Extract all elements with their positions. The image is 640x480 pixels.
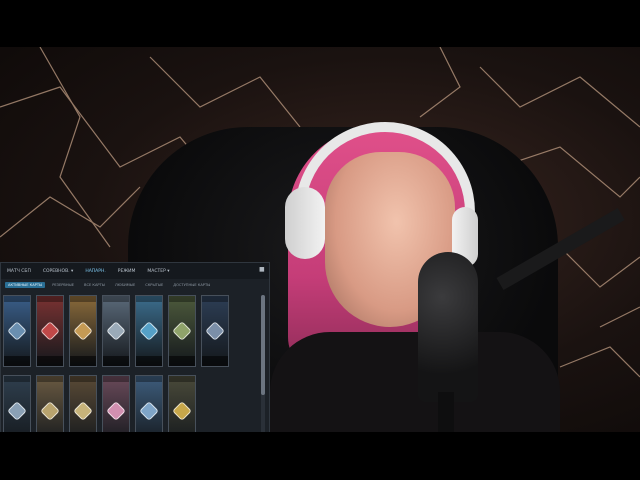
game-sub-nav: АКТИВНЫЕ КАРТЫ РЕЗЕРВНЫЕ ВСЕ КАРТЫ ЛЮБИМЫЕ С… [1,280,269,290]
map-emblem-icon [172,401,192,421]
subnav-tab-1[interactable]: РЕЗЕРВНЫЕ [49,282,77,288]
map-card-caption [169,356,195,366]
map-emblem-icon [172,321,192,341]
map-emblem-icon [73,401,93,421]
microphone-icon [418,252,478,402]
map-card[interactable] [3,295,31,367]
map-card-header [169,296,195,302]
subnav-tab-0[interactable]: АКТИВНЫЕ КАРТЫ [5,282,46,288]
map-card-header [37,296,63,302]
nav-item-2[interactable]: НАПАРН. [85,269,105,274]
nav-item-0[interactable]: МАТЧ СБП [7,269,31,274]
map-card[interactable] [69,295,97,367]
map-emblem-icon [106,321,126,341]
mic-stand [438,392,454,432]
map-card[interactable] [168,295,196,367]
map-card-caption [103,356,129,366]
map-card-header [169,376,195,382]
map-emblem-icon [73,321,93,341]
map-card-grid [1,295,243,455]
nav-item-1[interactable]: СОРЕВНОВ. ▾ [43,269,73,274]
streamer-body [270,332,560,432]
map-emblem-icon [7,321,27,341]
map-card-header [37,376,63,382]
map-card-header [4,296,30,302]
map-card[interactable] [102,295,130,367]
map-card-header [136,376,162,382]
settings-icon[interactable]: ■ [259,267,265,273]
map-card-header [202,296,228,302]
subnav-tab-4[interactable]: СКРЫТЫЕ [142,282,166,288]
map-card-caption [136,356,162,366]
map-emblem-icon [205,321,225,341]
map-emblem-icon [7,401,27,421]
subnav-tab-5[interactable]: ДОСТУПНЫЕ КАРТЫ [170,282,213,288]
map-card-caption [202,356,228,366]
map-card[interactable] [135,295,163,367]
map-card-caption [37,356,63,366]
map-emblem-icon [40,401,60,421]
map-emblem-icon [139,401,159,421]
map-card-header [70,376,96,382]
subnav-tab-2[interactable]: ВСЕ КАРТЫ [81,282,108,288]
game-top-nav: МАТЧ СБП СОРЕВНОВ. ▾ НАПАРН. РЕЖИМ МАСТЕР ▾ [1,263,269,279]
map-card-header [136,296,162,302]
nav-item-3[interactable]: РЕЖИМ [118,269,136,274]
map-card-header [4,376,30,382]
map-card-caption [4,356,30,366]
subnav-tab-3[interactable]: ЛЮБИМЫЕ [112,282,138,288]
map-card-header [103,296,129,302]
letterbox-bottom [0,432,640,480]
letterbox-top [0,0,640,47]
scrollbar-thumb[interactable] [261,295,265,395]
nav-item-4[interactable]: МАСТЕР ▾ [147,269,169,274]
scrollbar[interactable] [261,295,265,455]
headphone-left-cup [285,187,325,259]
map-card[interactable] [36,295,64,367]
map-card-caption [70,356,96,366]
map-card-header [70,296,96,302]
map-emblem-icon [106,401,126,421]
map-card[interactable] [201,295,229,367]
map-emblem-icon [139,321,159,341]
map-card-header [103,376,129,382]
map-emblem-icon [40,321,60,341]
